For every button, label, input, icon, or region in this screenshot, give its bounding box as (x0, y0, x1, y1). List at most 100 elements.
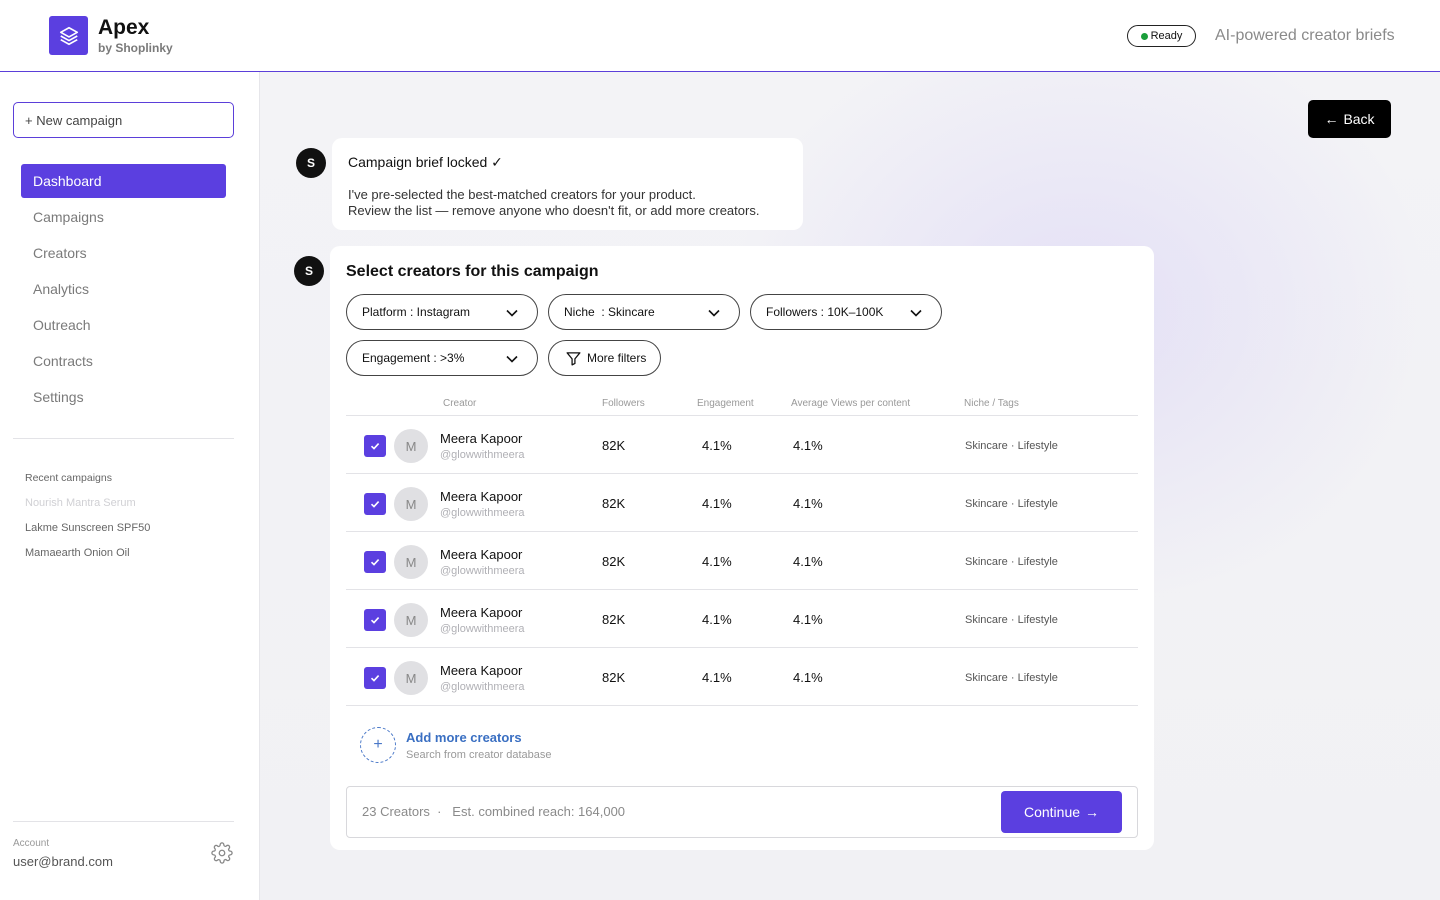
recent-campaign-item[interactable]: Lakme Sunscreen SPF50 (25, 522, 150, 534)
avatar: M (394, 545, 428, 579)
recent-campaign-item[interactable]: Nourish Mantra Serum (25, 497, 136, 509)
add-more-creators-subtitle: Search from creator database (406, 749, 552, 761)
row-checkbox[interactable] (364, 493, 386, 515)
add-creator-plus-icon[interactable]: + (360, 727, 396, 763)
filter-label: Niche : Skincare (564, 305, 655, 319)
sidebar-item-campaigns[interactable]: Campaigns (21, 200, 226, 234)
creator-handle: @glowwithmeera (440, 623, 525, 635)
tags-cell: Skincare · Lifestyle (965, 440, 1058, 452)
avatar: M (394, 429, 428, 463)
engagement-cell: 4.1% (702, 438, 732, 453)
engagement-cell: 4.1% (702, 496, 732, 511)
tags-cell: Skincare · Lifestyle (965, 556, 1058, 568)
followers-cell: 82K (602, 496, 626, 511)
sidebar-item-settings[interactable]: Settings (21, 380, 226, 414)
avg-views-cell: 4.1% (793, 554, 823, 569)
creator-selection-card: Select creators for this campaign Platfo… (330, 246, 1154, 850)
engagement-cell: 4.1% (702, 612, 732, 627)
engagement-cell: 4.1% (702, 670, 732, 685)
row-checkbox[interactable] (364, 435, 386, 457)
status-label: Ready (1150, 30, 1183, 42)
checkmark-icon (370, 675, 380, 682)
table-row[interactable]: M Meera Kapoor @glowwithmeera 82K 4.1% 4.1% Sk… (346, 416, 1138, 474)
row-checkbox[interactable] (364, 667, 386, 689)
sidebar-item-creators[interactable]: Creators (21, 236, 226, 270)
column-header-creator: Creator (443, 398, 477, 409)
main-content: ← Back S Campaign brief locked ✓ I've pr… (260, 72, 1440, 900)
gear-icon[interactable] (211, 842, 233, 864)
selection-summary-bar: 23 Creators · Est. combined reach: 164,0… (346, 786, 1138, 838)
sidebar-item-dashboard[interactable]: Dashboard (21, 164, 226, 198)
brief-line: Review the list — remove anyone who does… (348, 203, 760, 218)
creator-name: Meera Kapoor (440, 547, 523, 562)
checkmark-icon (370, 617, 380, 624)
creator-handle: @glowwithmeera (440, 507, 525, 519)
row-divider (346, 705, 1138, 706)
avg-views-cell: 4.1% (793, 438, 823, 453)
more-filters-button[interactable]: More filters (548, 340, 661, 376)
avg-views-cell: 4.1% (793, 496, 823, 511)
brand-subtitle: by Shoplinky (98, 41, 173, 55)
continue-button[interactable]: Continue → (1001, 791, 1122, 833)
table-row[interactable]: M Meera Kapoor @glowwithmeera 82K 4.1% 4.1% Sk… (346, 474, 1138, 532)
column-header-engagement: Engagement (697, 398, 754, 409)
engagement-filter-dropdown[interactable]: Engagement : >3% (346, 340, 538, 376)
back-label: Back (1343, 111, 1375, 127)
recent-campaign-item[interactable]: Mamaearth Onion Oil (25, 547, 130, 559)
arrow-right-icon: → (1085, 804, 1100, 820)
chevron-down-icon (910, 309, 922, 317)
niche-filter-dropdown[interactable]: Niche : Skincare (548, 294, 740, 330)
assistant-avatar: S (296, 148, 326, 178)
arrow-left-icon: ← (1324, 111, 1339, 127)
sidebar-item-contracts[interactable]: Contracts (21, 344, 226, 378)
chevron-down-icon (506, 355, 518, 363)
followers-cell: 82K (602, 438, 626, 453)
brief-line: I've pre-selected the best-matched creat… (348, 187, 696, 202)
table-row[interactable]: M Meera Kapoor @glowwithmeera 82K 4.1% 4.1% Sk… (346, 590, 1138, 648)
brief-message: Campaign brief locked ✓ I've pre-selecte… (332, 138, 803, 230)
chevron-down-icon (708, 309, 720, 317)
column-header-avg-views: Average Views per content (791, 398, 911, 409)
layers-logo-icon[interactable] (49, 16, 88, 55)
tags-cell: Skincare · Lifestyle (965, 614, 1058, 626)
creator-handle: @glowwithmeera (440, 681, 525, 693)
tags-cell: Skincare · Lifestyle (965, 498, 1058, 510)
add-more-creators-link[interactable]: Add more creators (406, 730, 522, 745)
account-email: user@brand.com (13, 854, 113, 869)
selection-summary: 23 Creators · Est. combined reach: 164,0… (362, 804, 626, 819)
filter-label: Engagement : >3% (362, 351, 465, 365)
assistant-avatar: S (294, 256, 324, 286)
new-campaign-button[interactable]: + New campaign (13, 102, 234, 138)
filter-funnel-icon (566, 351, 581, 366)
avg-views-cell: 4.1% (793, 612, 823, 627)
row-checkbox[interactable] (364, 551, 386, 573)
filter-label: More filters (587, 351, 647, 365)
row-checkbox[interactable] (364, 609, 386, 631)
avatar: M (394, 661, 428, 695)
back-button[interactable]: ← Back (1308, 100, 1391, 138)
engagement-cell: 4.1% (702, 554, 732, 569)
platform-filter-dropdown[interactable]: Platform : Instagram (346, 294, 538, 330)
creator-name: Meera Kapoor (440, 605, 523, 620)
tags-cell: Skincare · Lifestyle (965, 672, 1058, 684)
avg-views-cell: 4.1% (793, 670, 823, 685)
table-row[interactable]: M Meera Kapoor @glowwithmeera 82K 4.1% 4.1% Sk… (346, 532, 1138, 590)
avatar: M (394, 487, 428, 521)
recent-campaigns-heading: Recent campaigns (25, 472, 112, 484)
status-badge: Ready (1127, 25, 1196, 47)
brief-title: Campaign brief locked ✓ (348, 154, 503, 170)
followers-cell: 82K (602, 670, 626, 685)
filter-label: Followers : 10K–100K (766, 305, 884, 319)
sidebar-divider (13, 821, 234, 822)
followers-filter-dropdown[interactable]: Followers : 10K–100K (750, 294, 942, 330)
sidebar-divider (13, 438, 234, 439)
sidebar-item-outreach[interactable]: Outreach (21, 308, 226, 342)
chevron-down-icon (506, 309, 518, 317)
sidebar-item-analytics[interactable]: Analytics (21, 272, 226, 306)
header-tagline: AI-powered creator briefs (1215, 27, 1395, 44)
avatar: M (394, 603, 428, 637)
checkmark-icon (370, 501, 380, 508)
continue-label: Continue (1023, 804, 1081, 820)
sidebar-nav: Dashboard Campaigns Creators Analytics O… (21, 164, 226, 416)
table-row[interactable]: M Meera Kapoor @glowwithmeera 82K 4.1% 4.1% Sk… (346, 648, 1138, 706)
